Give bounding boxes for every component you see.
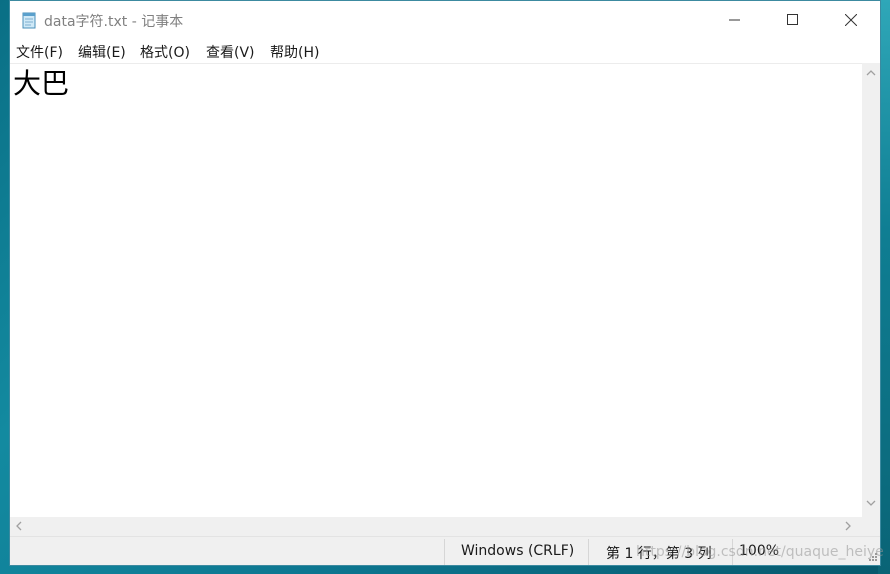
editor-content[interactable]: 大巴 (13, 66, 69, 102)
menu-help[interactable]: 帮助(H) (270, 42, 319, 62)
watermark: https://blog.csdn.net/quaque_heiye (636, 544, 884, 560)
scrollbar-corner (862, 517, 880, 536)
scroll-down-arrow-icon[interactable] (866, 499, 876, 507)
title-bar[interactable]: data字符.txt - 记事本 (10, 1, 880, 39)
close-icon (845, 14, 857, 26)
scroll-left-arrow-icon[interactable] (15, 521, 23, 531)
menu-format[interactable]: 格式(O) (140, 42, 190, 62)
minimize-icon (729, 19, 740, 21)
status-line-ending: Windows (CRLF) (461, 543, 575, 559)
notepad-window: data字符.txt - 记事本 文件(F) 编辑(E) 格式(O) 查看(V)… (9, 0, 881, 566)
menu-view[interactable]: 查看(V) (206, 42, 255, 62)
menu-bar: 文件(F) 编辑(E) 格式(O) 查看(V) 帮助(H) (10, 39, 880, 63)
horizontal-scrollbar[interactable] (10, 517, 862, 536)
close-button[interactable] (822, 1, 880, 39)
scroll-up-arrow-icon[interactable] (866, 69, 876, 77)
window-title: data字符.txt - 记事本 (44, 14, 184, 30)
maximize-icon (787, 14, 798, 25)
menu-edit[interactable]: 编辑(E) (78, 42, 126, 62)
status-divider (588, 539, 589, 565)
scroll-right-arrow-icon[interactable] (844, 521, 852, 531)
menu-file[interactable]: 文件(F) (16, 42, 63, 62)
notepad-icon (20, 11, 38, 29)
minimize-button[interactable] (706, 1, 764, 39)
vertical-scrollbar[interactable] (862, 63, 880, 517)
status-divider (444, 539, 445, 565)
text-editor-area[interactable]: 大巴 (10, 63, 862, 517)
maximize-button[interactable] (764, 1, 822, 39)
